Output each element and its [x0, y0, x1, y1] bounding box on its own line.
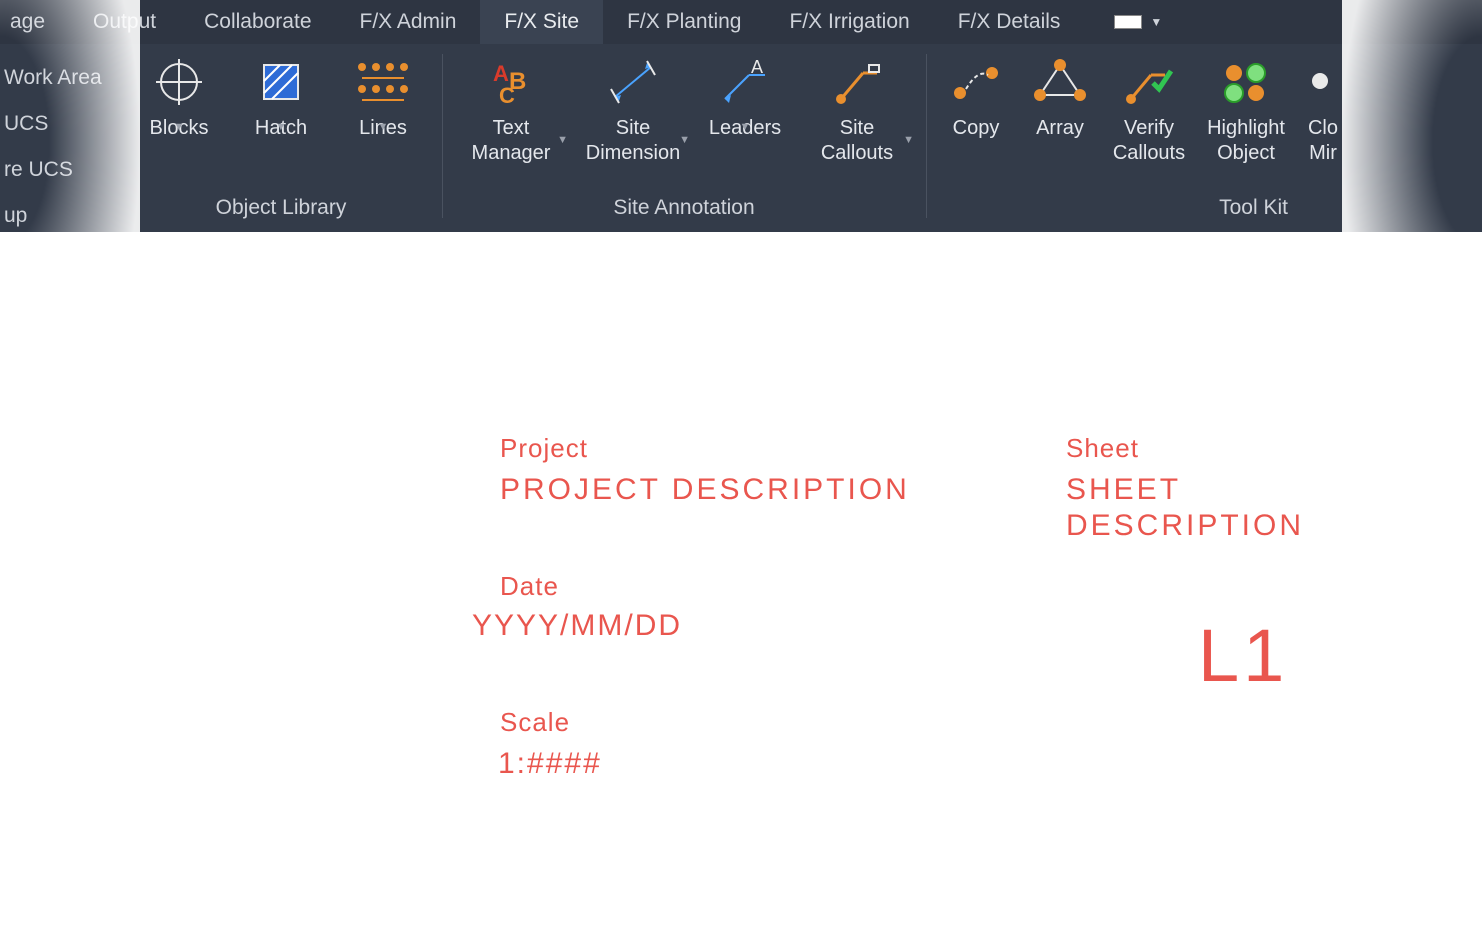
panel-title-site-annotation: Site Annotation	[613, 196, 754, 226]
cmd-group[interactable]: up	[4, 204, 120, 228]
chevron-down-icon: ▼	[276, 121, 287, 135]
verify-callouts-label-2: Callouts	[1113, 141, 1185, 166]
hatch-button[interactable]: Hatch ▼	[232, 50, 330, 141]
highlight-object-button[interactable]: Highlight Object	[1198, 50, 1294, 166]
panel-title-tool-kit: Tool Kit	[1219, 196, 1358, 226]
text-manager-label-2: Manager	[472, 141, 551, 166]
leaders-icon: A	[717, 54, 773, 110]
titleblock-project-value[interactable]: PROJECT DESCRIPTION	[500, 473, 910, 507]
titleblock-sheet-value-1[interactable]: SHEET	[1066, 473, 1181, 507]
layer-swatch-icon	[1114, 15, 1142, 29]
titleblock-project-label: Project	[500, 433, 588, 464]
site-callouts-icon	[829, 54, 885, 110]
tab-partial-manage[interactable]: age	[0, 0, 69, 44]
chevron-down-icon: ▼	[174, 121, 185, 135]
cmd-restore-ucs[interactable]: re UCS	[4, 158, 120, 182]
site-dimension-icon	[605, 54, 661, 110]
panel-title-object-library: Object Library	[216, 196, 347, 226]
site-dimension-label-1: Site	[616, 116, 650, 141]
tab-fx-site[interactable]: F/X Site	[480, 0, 603, 44]
tab-fx-planting[interactable]: F/X Planting	[603, 0, 765, 44]
text-manager-icon: A B C	[483, 54, 539, 110]
tab-output[interactable]: Output	[69, 0, 180, 44]
highlight-object-label-2: Object	[1217, 141, 1275, 166]
array-button[interactable]: Array	[1020, 50, 1100, 141]
panel-site-annotation: A B C Text Manager ▼	[442, 44, 926, 232]
lines-icon	[355, 54, 411, 110]
text-manager-label-1: Text	[493, 116, 530, 141]
partial-button-right[interactable]: Clo Mir	[1298, 50, 1348, 166]
copy-button[interactable]: Copy	[936, 50, 1016, 141]
titleblock-scale-label: Scale	[500, 707, 570, 738]
copy-label: Copy	[953, 116, 1000, 141]
tab-collaborate[interactable]: Collaborate	[180, 0, 335, 44]
cmd-work-area[interactable]: Work Area	[4, 66, 120, 90]
hatch-icon	[253, 54, 309, 110]
verify-callouts-icon	[1121, 54, 1177, 110]
layer-color-dropdown[interactable]: ▼	[1102, 0, 1174, 44]
copy-icon	[948, 54, 1004, 110]
verify-callouts-button[interactable]: Verify Callouts	[1104, 50, 1194, 166]
ribbon-tabstrip: age Output Collaborate F/X Admin F/X Sit…	[0, 0, 1482, 44]
titleblock-sheet-value-2[interactable]: DESCRIPTION	[1066, 509, 1304, 543]
panel-tool-kit: Copy Array	[926, 44, 1358, 232]
svg-text:A: A	[751, 59, 763, 77]
chevron-down-icon: ▼	[903, 134, 914, 148]
tab-fx-details[interactable]: F/X Details	[934, 0, 1085, 44]
titleblock-date-value[interactable]: YYYY/MM/DD	[472, 609, 682, 643]
titleblock-scale-value[interactable]: 1:####	[498, 747, 602, 781]
chevron-down-icon: ▼	[740, 121, 751, 135]
text-manager-button[interactable]: A B C Text Manager ▼	[452, 50, 570, 166]
highlight-object-label-1: Highlight	[1207, 116, 1285, 141]
titleblock-sheet-number[interactable]: L1	[1198, 613, 1288, 698]
partial-label-2: Mir	[1309, 141, 1337, 166]
left-command-column: Work Area UCS re UCS up	[0, 44, 120, 232]
cmd-ucs[interactable]: UCS	[4, 112, 120, 136]
chevron-down-icon: ▼	[378, 121, 389, 135]
blocks-button[interactable]: Blocks ▼	[130, 50, 228, 141]
chevron-down-icon: ▼	[1150, 15, 1162, 29]
highlight-object-icon	[1218, 54, 1274, 110]
array-icon	[1032, 54, 1088, 110]
blocks-icon	[151, 54, 207, 110]
site-callouts-label-2: Callouts	[821, 141, 893, 166]
site-dimension-label-2: Dimension	[586, 141, 680, 166]
leaders-button[interactable]: A Leaders ▼	[696, 50, 794, 141]
lines-button[interactable]: Lines ▼	[334, 50, 432, 141]
titleblock-sheet-label: Sheet	[1066, 433, 1139, 464]
verify-callouts-label-1: Verify	[1124, 116, 1174, 141]
array-label: Array	[1036, 116, 1084, 141]
site-callouts-label-1: Site	[840, 116, 874, 141]
site-callouts-button[interactable]: Site Callouts ▼	[798, 50, 916, 166]
chevron-down-icon: ▼	[679, 134, 690, 148]
tab-fx-admin[interactable]: F/X Admin	[336, 0, 481, 44]
partial-label-1: Clo	[1308, 116, 1338, 141]
svg-text:C: C	[499, 83, 515, 105]
titleblock-date-label: Date	[500, 571, 559, 602]
panel-object-library: Blocks ▼ Hatch ▼	[120, 44, 442, 232]
chevron-down-icon: ▼	[557, 134, 568, 148]
site-dimension-button[interactable]: Site Dimension ▼	[574, 50, 692, 166]
tab-fx-irrigation[interactable]: F/X Irrigation	[765, 0, 933, 44]
partial-icon	[1295, 54, 1351, 110]
